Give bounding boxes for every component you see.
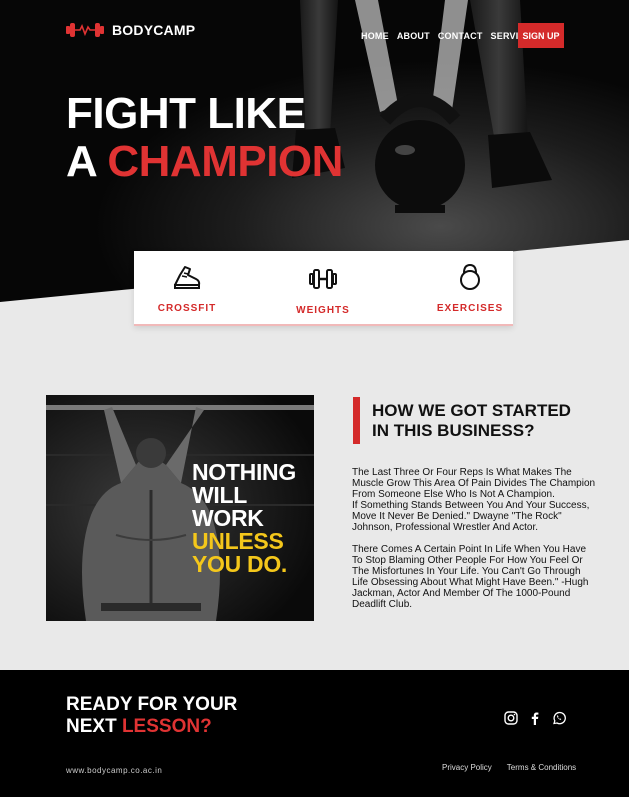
poster-line-5: YOU DO. xyxy=(192,551,288,577)
dumbbell-icon xyxy=(309,269,337,289)
signup-button[interactable]: SIGN UP xyxy=(518,23,564,48)
privacy-policy-link[interactable]: Privacy Policy xyxy=(442,763,492,772)
motivation-poster: NOTHING WILL WORK UNLESS YOU DO. xyxy=(46,395,314,621)
footer: READY FOR YOUR NEXT LESSON? www.bodycamp… xyxy=(0,670,629,797)
hero-line-2-highlight: CHAMPION xyxy=(107,137,343,186)
brand-name: BODYCAMP xyxy=(112,22,196,38)
cta-line-2-highlight: LESSON? xyxy=(121,716,212,737)
facebook-icon[interactable] xyxy=(528,711,542,725)
whatsapp-icon[interactable] xyxy=(552,711,566,725)
services-card: CROSSFIT WEIGHTS EXERCISES xyxy=(134,251,513,326)
service-exercises[interactable]: EXERCISES xyxy=(415,261,525,314)
story-paragraph-2: There Comes A Certain Point In Life When… xyxy=(352,544,589,610)
story-title-line-2: IN THIS BUSINESS? xyxy=(372,421,535,440)
footer-links: Privacy Policy Terms & Conditions xyxy=(442,763,576,772)
brand-logo[interactable]: BODYCAMP xyxy=(66,22,195,38)
story-body: The Last Three Or Four Reps Is What Make… xyxy=(352,467,602,621)
service-label: WEIGHTS xyxy=(296,305,350,316)
story-title: HOW WE GOT STARTED IN THIS BUSINESS? xyxy=(372,401,571,441)
footer-cta: READY FOR YOUR NEXT LESSON? xyxy=(66,694,237,738)
service-label: EXERCISES xyxy=(436,303,504,314)
footer-site-url[interactable]: www.bodycamp.co.ac.in xyxy=(66,766,162,775)
poster-quote: NOTHING WILL WORK UNLESS YOU DO. xyxy=(192,461,296,576)
main-nav: HOME ABOUT CONTACT SERVICES xyxy=(361,31,538,41)
terms-conditions-link[interactable]: Terms & Conditions xyxy=(507,763,576,772)
story-accent-bar xyxy=(353,397,360,444)
nav-home[interactable]: HOME xyxy=(361,31,389,41)
service-crossfit[interactable]: CROSSFIT xyxy=(132,261,242,314)
kettlebell-icon xyxy=(460,263,480,290)
service-weights[interactable]: WEIGHTS xyxy=(268,263,378,316)
poster-line-3: WORK xyxy=(192,505,264,531)
service-label: CROSSFIT xyxy=(157,303,217,314)
instagram-icon[interactable] xyxy=(504,711,518,725)
hero-line-1: FIGHT LIKE xyxy=(66,89,306,138)
poster-line-2: WILL xyxy=(192,482,247,508)
nav-about[interactable]: ABOUT xyxy=(397,31,430,41)
cta-line-2-prefix: NEXT xyxy=(66,716,122,737)
social-links xyxy=(504,711,566,725)
story-title-line-1: HOW WE GOT STARTED xyxy=(372,401,571,420)
poster-line-1: NOTHING xyxy=(192,459,296,485)
hero-headline: FIGHT LIKE A CHAMPION xyxy=(66,90,343,186)
hero-line-2-prefix: A xyxy=(66,137,108,186)
sneaker-icon xyxy=(174,266,201,289)
poster-line-4: UNLESS xyxy=(192,528,284,554)
dumbbell-heartbeat-icon xyxy=(66,23,104,37)
story-paragraph-1: The Last Three Or Four Reps Is What Make… xyxy=(352,467,596,533)
cta-line-1: READY FOR YOUR xyxy=(66,694,238,715)
nav-contact[interactable]: CONTACT xyxy=(438,31,483,41)
